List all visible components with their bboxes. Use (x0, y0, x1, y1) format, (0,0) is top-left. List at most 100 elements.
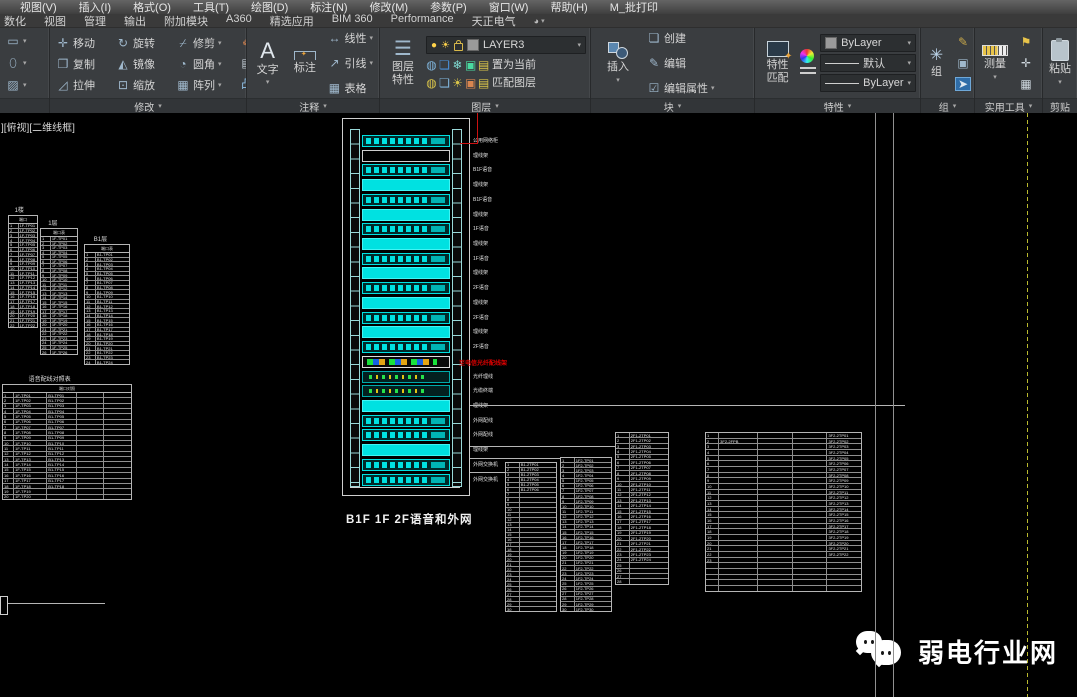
ribbon-tab[interactable]: A360 (226, 13, 252, 29)
tool-移动[interactable]: ✛ 移动 (54, 32, 114, 54)
tool-旋转[interactable]: ↻ 旋转 (114, 32, 174, 54)
insert-block-icon (608, 42, 628, 60)
ribbon-tab[interactable]: 精选应用 (270, 13, 314, 29)
tool-拉伸[interactable]: ◿ 拉伸 (54, 74, 114, 96)
移动-icon: ✛ (57, 35, 69, 50)
panel-label-group[interactable]: 组 ▾ (921, 98, 974, 114)
layer-select[interactable]: ● ☀ LAYER3 ▾ (426, 36, 586, 54)
insert-block-button[interactable]: 插入 ▾ (595, 30, 641, 96)
ribbon-tab[interactable]: Performance (391, 13, 454, 29)
layer-thaw-icon[interactable]: ☀ (441, 40, 450, 51)
tool-icon[interactable]: ▣ (465, 59, 476, 71)
tool-icon[interactable]: ▣ (954, 52, 972, 73)
tool-icon[interactable]: ❄ (452, 59, 463, 71)
text-button[interactable]: A 文字 ▾ (251, 30, 284, 96)
tool-镜像[interactable]: ◭ 镜像 (114, 53, 174, 75)
tool-icon[interactable]: ☀ (452, 77, 463, 89)
ribbon-tab[interactable]: 输出 (124, 13, 146, 29)
menu-item[interactable]: 帮助(H) (550, 0, 587, 15)
tool-icon[interactable]: ⬯ ▾ (4, 52, 29, 74)
panel-label-utilities[interactable]: 实用工具 ▾ (975, 98, 1042, 114)
tool-编辑[interactable]: ✎ 编辑 (645, 52, 717, 74)
tool-icon[interactable]: ◍ (426, 77, 437, 89)
rack-unit-label: 理线架 (473, 182, 489, 189)
tool-icon[interactable]: ❏ (439, 57, 450, 72)
match-properties-button[interactable]: 特性匹配 (759, 30, 796, 96)
tool-icon[interactable]: ▤ (238, 52, 246, 73)
layer-properties-button[interactable]: ☰ 图层 特性 (384, 30, 422, 96)
panel-label-modify[interactable]: 修改 ▾ (50, 98, 246, 114)
ribbon-tab[interactable]: 天正电气 (472, 13, 516, 29)
tool-编辑属性[interactable]: ☑ 编辑属性 ▾ (645, 77, 717, 98)
tool-icon[interactable]: ▦ (1017, 74, 1035, 95)
paste-button[interactable]: 粘贴 ▾ (1047, 30, 1073, 96)
tool-icon: 凸 (240, 78, 246, 90)
lineweight-select[interactable]: 默认 ▾ (820, 54, 916, 72)
ribbon-tab[interactable]: BIM 360 (332, 13, 373, 29)
旋转-icon: ↻ (117, 35, 129, 50)
tool-icon[interactable]: ❏ (439, 77, 450, 89)
tool-icon[interactable]: ▨ ▾ (4, 74, 29, 96)
rack-bottom-line (350, 487, 460, 488)
panel-label-block[interactable]: 块 ▾ (591, 98, 754, 114)
rack-unit-label: 1F语音 (473, 255, 489, 262)
tool-icon[interactable]: ⚑ (1017, 31, 1035, 52)
color-wheel-icon[interactable] (800, 49, 815, 63)
drawing-canvas[interactable]: ][俯视][二维线框] 至电信光纤配线架 B1F 1F 2F语音和外网 弱电行业… (0, 113, 1077, 697)
tool-icon: ▤ (478, 75, 490, 90)
chevron-down-icon: ▾ (369, 60, 373, 67)
tool-复制[interactable]: ❐ 复制 (54, 53, 114, 75)
ribbon-tab[interactable]: 管理 (84, 13, 106, 29)
wechat-icon (855, 631, 906, 671)
annotate-tools: ↔ 线性 ▾ ↗ 引线 ▾ ▦ 表格 (325, 28, 375, 98)
tool-表格[interactable]: ▦ 表格 (325, 77, 375, 98)
tool-icon[interactable]: ✎ (954, 31, 972, 52)
tool-引线[interactable]: ↗ 引线 ▾ (325, 52, 375, 74)
rack-unit-solid (362, 399, 450, 412)
tool-缩放[interactable]: ⊡ 缩放 (114, 74, 174, 96)
tool-icon: ❏ (439, 57, 450, 72)
color-select[interactable]: ByLayer ▾ (820, 34, 916, 52)
panel-clipboard: 粘贴 ▾ 剪贴 (1043, 28, 1077, 114)
ribbon-tab[interactable]: 数化 (4, 13, 26, 29)
rack-unit-label: 光纤理线 (473, 373, 494, 380)
tool-icon[interactable]: ◍ (426, 59, 437, 71)
table-header: 端口 (9, 216, 37, 224)
match-layer-button[interactable]: 匹配图层 (492, 74, 536, 90)
rack-unit-dots (362, 385, 450, 398)
tool-icon[interactable]: ▤ (478, 59, 489, 71)
rack-unit-solid (362, 296, 450, 309)
lineweight-icon[interactable] (800, 67, 817, 77)
panel-label-layers[interactable]: 图层 ▾ (380, 98, 590, 114)
tool-icon[interactable]: ▣ (465, 77, 476, 89)
tool-icon[interactable]: ✐ (238, 31, 246, 52)
tool-线性[interactable]: ↔ 线性 ▾ (325, 28, 375, 49)
panel-label-annotate[interactable]: 注释 ▾ (247, 98, 379, 114)
tool-圆角[interactable]: ◔ 圆角 ▾ (174, 53, 234, 75)
panel-label-properties[interactable]: 特性 ▾ (755, 98, 920, 114)
rack-unit-label: 外网配线 (473, 417, 494, 424)
tool-icon[interactable]: ✛ (1017, 52, 1035, 73)
tool-icon[interactable]: ▭ ▾ (4, 30, 29, 52)
set-current-layer-button[interactable]: 置为当前 (492, 56, 536, 72)
tool-阵列[interactable]: ▦ 阵列 ▾ (174, 74, 234, 96)
menu-item[interactable]: M_批打印 (610, 0, 658, 15)
tool-icon[interactable]: 凸 (238, 74, 246, 95)
tool-创建[interactable]: ❏ 创建 (645, 28, 717, 49)
group-button[interactable]: ✳ 组 (923, 30, 950, 96)
tool-label: 表格 (344, 83, 367, 95)
rack-unit-fiber (362, 355, 450, 368)
measure-button[interactable]: 测量 ▾ (977, 30, 1013, 96)
dimension-button[interactable]: 标注 (288, 30, 321, 96)
tool-修剪[interactable]: ⌿ 修剪 ▾ (174, 32, 234, 54)
tab-overflow-button[interactable]: ◕ ▾ (534, 16, 545, 26)
linetype-select[interactable]: ByLayer ▾ (820, 74, 916, 92)
ribbon-tab[interactable]: 附加模块 (164, 13, 208, 29)
tool-icon[interactable]: ▤ (478, 75, 490, 90)
ribbon-tab[interactable]: 视图 (44, 13, 66, 29)
tool-icon[interactable]: ➤ (954, 74, 972, 95)
layer-color-swatch[interactable] (467, 39, 480, 51)
layer-lock-icon[interactable] (454, 39, 464, 51)
layer-on-icon[interactable]: ● (431, 40, 437, 51)
viewport-controls-label[interactable]: ][俯视][二维线框] (1, 119, 75, 134)
